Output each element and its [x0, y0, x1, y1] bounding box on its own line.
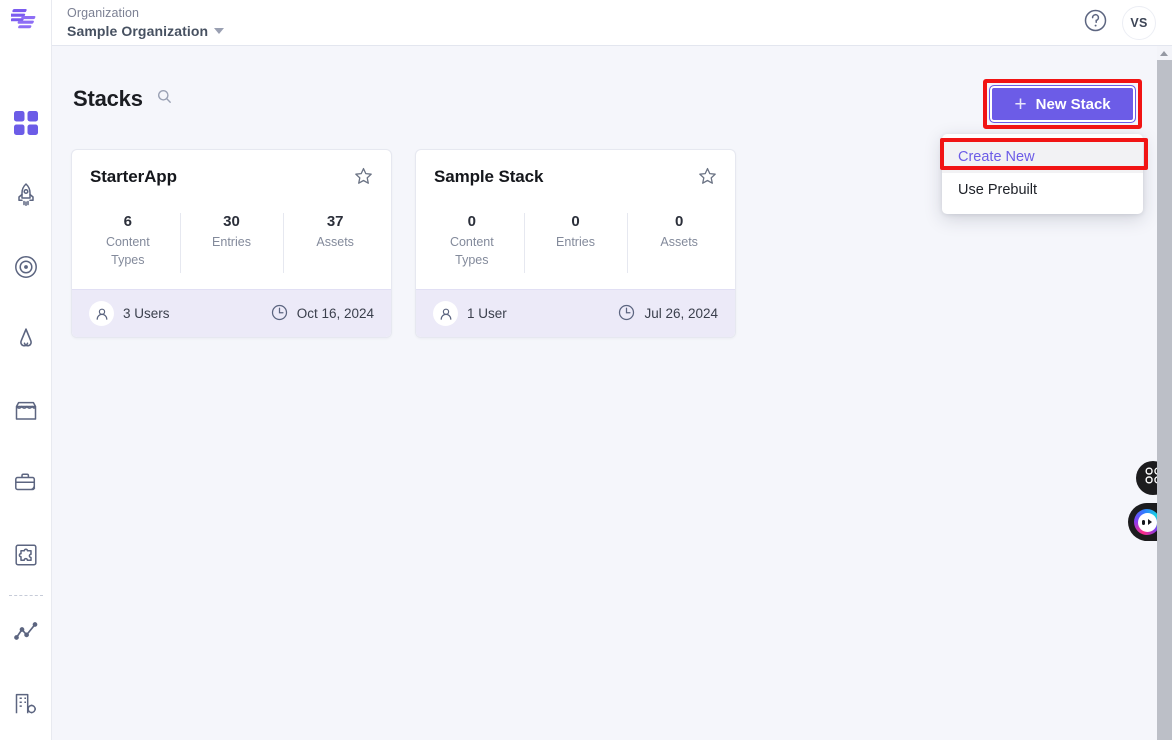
stat-label: Entries	[556, 235, 595, 249]
organization-switcher[interactable]: Organization Sample Organization	[67, 6, 225, 39]
favorite-button[interactable]	[354, 167, 373, 191]
page-header: Stacks	[73, 86, 172, 112]
new-stack-dropdown-menu: Create New Use Prebuilt	[942, 134, 1143, 214]
menu-item-create-new[interactable]: Create New	[942, 140, 1143, 173]
top-bar-actions: VS	[1082, 5, 1172, 40]
search-icon	[157, 89, 172, 109]
sidebar-item-marketplace[interactable]	[0, 375, 52, 447]
contentstack-logo[interactable]	[0, 2, 52, 35]
stat-value: 6	[123, 213, 132, 230]
menu-item-use-prebuilt[interactable]: Use Prebuilt	[942, 173, 1143, 206]
stack-card-footer: 1 User Jul 26, 2024	[416, 289, 735, 337]
search-button[interactable]	[157, 89, 172, 109]
marketplace-store-icon	[13, 398, 39, 424]
stack-users-text: 3 Users	[123, 306, 170, 321]
stat-label: Content Types	[105, 235, 150, 267]
org-settings-icon	[13, 691, 39, 717]
sidebar-item-org-settings[interactable]	[0, 668, 52, 740]
top-bar: Organization Sample Organization VS	[52, 0, 1172, 46]
question-circle-icon	[1083, 8, 1108, 38]
stat-content-types: 0 Content Types	[420, 213, 524, 269]
sidebar-nav	[0, 87, 52, 740]
sidebar-item-grid-apps[interactable]	[0, 87, 52, 159]
stack-card-footer: 3 Users Oct 16, 2024	[72, 289, 391, 337]
target-bullseye-icon	[13, 254, 39, 280]
page-title: Stacks	[73, 86, 143, 111]
stat-value: 30	[223, 213, 240, 230]
briefcase-sparkle-icon	[13, 470, 39, 496]
stack-stats: 0 Content Types 0 Entries 0 Assets	[416, 191, 735, 289]
sidebar-item-target[interactable]	[0, 231, 52, 303]
stat-value: 0	[467, 213, 476, 230]
puzzle-piece-icon	[13, 542, 39, 568]
organization-name-text: Sample Organization	[67, 22, 209, 39]
user-icon	[433, 301, 458, 326]
stat-label: Assets	[316, 235, 354, 249]
organization-name[interactable]: Sample Organization	[67, 22, 225, 39]
sidebar-item-analytics[interactable]	[0, 596, 52, 668]
stacks-grid: StarterApp 6 Content Types 30 Entries 37…	[71, 149, 736, 338]
bot-eye-right	[1147, 519, 1153, 525]
chevron-down-icon	[214, 27, 225, 34]
user-avatar[interactable]: VS	[1122, 5, 1156, 40]
stat-content-types: 6 Content Types	[76, 213, 180, 269]
stack-date: Oct 16, 2024	[271, 304, 374, 324]
organization-label: Organization	[67, 6, 140, 21]
clock-icon	[271, 304, 288, 324]
sidebar-item-puzzle[interactable]	[0, 519, 52, 591]
stack-users: 3 Users	[89, 301, 170, 326]
stat-value: 37	[326, 213, 344, 230]
stack-users-text: 1 User	[467, 306, 507, 321]
sidebar-item-briefcase[interactable]	[0, 447, 52, 519]
scrollbar-thumb[interactable]	[1157, 60, 1172, 740]
star-outline-icon	[354, 167, 373, 191]
sidebar-item-launch[interactable]	[0, 303, 52, 375]
star-outline-icon	[698, 167, 717, 191]
sidebar-item-rocket[interactable]	[0, 159, 52, 231]
new-stack-button[interactable]: + New Stack	[989, 85, 1136, 123]
stack-name: StarterApp	[90, 167, 177, 186]
stat-label: Entries	[212, 235, 251, 249]
user-icon	[89, 301, 114, 326]
app-root: Organization Sample Organization VS Stac…	[0, 0, 1172, 740]
clock-icon	[618, 304, 635, 324]
stat-label: Assets	[660, 235, 698, 249]
stat-assets: 37 Assets	[283, 213, 387, 273]
stat-value: 0	[675, 213, 684, 230]
vertical-scrollbar[interactable]	[1157, 46, 1172, 740]
chat-bot-face	[1137, 512, 1157, 532]
bot-eye-left	[1141, 519, 1145, 525]
rocket-icon	[13, 182, 39, 208]
stack-date: Jul 26, 2024	[618, 304, 718, 324]
plus-icon: +	[1014, 92, 1027, 116]
stat-label: Content Types	[449, 235, 494, 267]
grid-apps-icon	[13, 110, 39, 136]
favorite-button[interactable]	[698, 167, 717, 191]
new-stack-button-label: New Stack	[1035, 95, 1111, 113]
stat-entries: 0 Entries	[523, 213, 628, 273]
stack-card-header: StarterApp	[72, 150, 391, 191]
stack-name: Sample Stack	[434, 167, 544, 186]
stat-entries: 30 Entries	[179, 213, 284, 273]
left-sidebar	[0, 0, 52, 740]
stack-date-text: Oct 16, 2024	[296, 306, 374, 321]
stat-value: 0	[571, 213, 580, 230]
line-chart-icon	[13, 619, 39, 645]
stat-assets: 0 Assets	[627, 213, 731, 273]
scroll-up-arrow-icon[interactable]	[1160, 51, 1168, 56]
stack-card[interactable]: StarterApp 6 Content Types 30 Entries 37…	[71, 149, 392, 338]
help-button[interactable]	[1082, 8, 1108, 38]
stack-date-text: Jul 26, 2024	[644, 306, 718, 321]
launch-icon	[13, 326, 39, 352]
stack-card-header: Sample Stack	[416, 150, 735, 191]
stack-users: 1 User	[433, 301, 507, 326]
stack-card[interactable]: Sample Stack 0 Content Types 0 Entries 0…	[415, 149, 736, 338]
stack-stats: 6 Content Types 30 Entries 37 Assets	[72, 191, 391, 289]
